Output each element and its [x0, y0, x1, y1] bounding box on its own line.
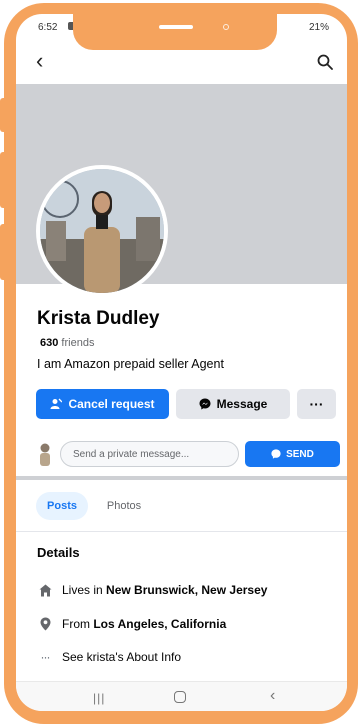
detail-about-info-label: See krista's About Info [62, 650, 182, 664]
tabs-divider [16, 531, 347, 532]
android-nav-bar: ||| ‹ [16, 681, 347, 711]
battery-level: 21% [308, 22, 329, 33]
profile-bio: I am Amazon prepaid seller Agent [37, 357, 224, 371]
status-time: 6:52 [38, 22, 58, 33]
phone-screen: 6:52 21% ‹ Krista Dudley 630 friends I a… [16, 14, 347, 711]
detail-from-prefix: From [62, 617, 94, 631]
detail-from: From Los Angeles, California [37, 616, 226, 632]
search-icon[interactable] [317, 54, 333, 70]
message-label: Message [216, 397, 268, 411]
nav-back-icon[interactable]: ‹ [270, 687, 275, 705]
person-cancel-icon [50, 398, 63, 409]
more-options-button[interactable]: ··· [297, 389, 336, 419]
phone-notch [73, 7, 277, 50]
friends-number: 630 [40, 337, 59, 349]
tab-posts[interactable]: Posts [36, 492, 88, 520]
phone-side-button [0, 152, 6, 208]
cancel-request-button[interactable]: Cancel request [36, 389, 169, 419]
section-divider [16, 476, 347, 480]
home-icon [37, 582, 53, 598]
send-button[interactable]: SEND [245, 441, 340, 467]
speaker-grille [159, 25, 193, 29]
sender-avatar-icon [40, 443, 50, 466]
more-dots-icon: ··· [40, 650, 51, 664]
front-camera [223, 24, 229, 30]
friends-label: friends [61, 337, 95, 349]
phone-side-button [0, 224, 6, 280]
recent-apps-icon[interactable]: ||| [93, 691, 105, 705]
detail-lives-in: Lives in New Brunswick, New Jersey [37, 582, 267, 598]
messenger-icon [271, 449, 281, 459]
tab-photos[interactable]: Photos [94, 492, 154, 520]
home-button-icon[interactable] [174, 691, 186, 703]
location-pin-icon [37, 616, 53, 632]
friends-count[interactable]: 630 friends [40, 337, 94, 349]
details-heading: Details [37, 545, 80, 560]
message-button[interactable]: Message [176, 389, 290, 419]
profile-name: Krista Dudley [37, 308, 160, 329]
detail-about-info[interactable]: ··· See krista's About Info [37, 649, 182, 665]
phone-side-button [0, 98, 6, 132]
back-arrow-icon[interactable]: ‹ [36, 50, 43, 72]
private-message-input[interactable]: Send a private message... [60, 441, 239, 467]
send-label: SEND [286, 448, 314, 460]
profile-photo[interactable] [36, 165, 168, 297]
cancel-request-label: Cancel request [68, 397, 155, 411]
detail-from-value[interactable]: Los Angeles, California [93, 617, 226, 631]
messenger-icon [199, 398, 211, 410]
detail-lives-in-prefix: Lives in [62, 583, 107, 597]
detail-lives-in-value[interactable]: New Brunswick, New Jersey [106, 583, 267, 597]
